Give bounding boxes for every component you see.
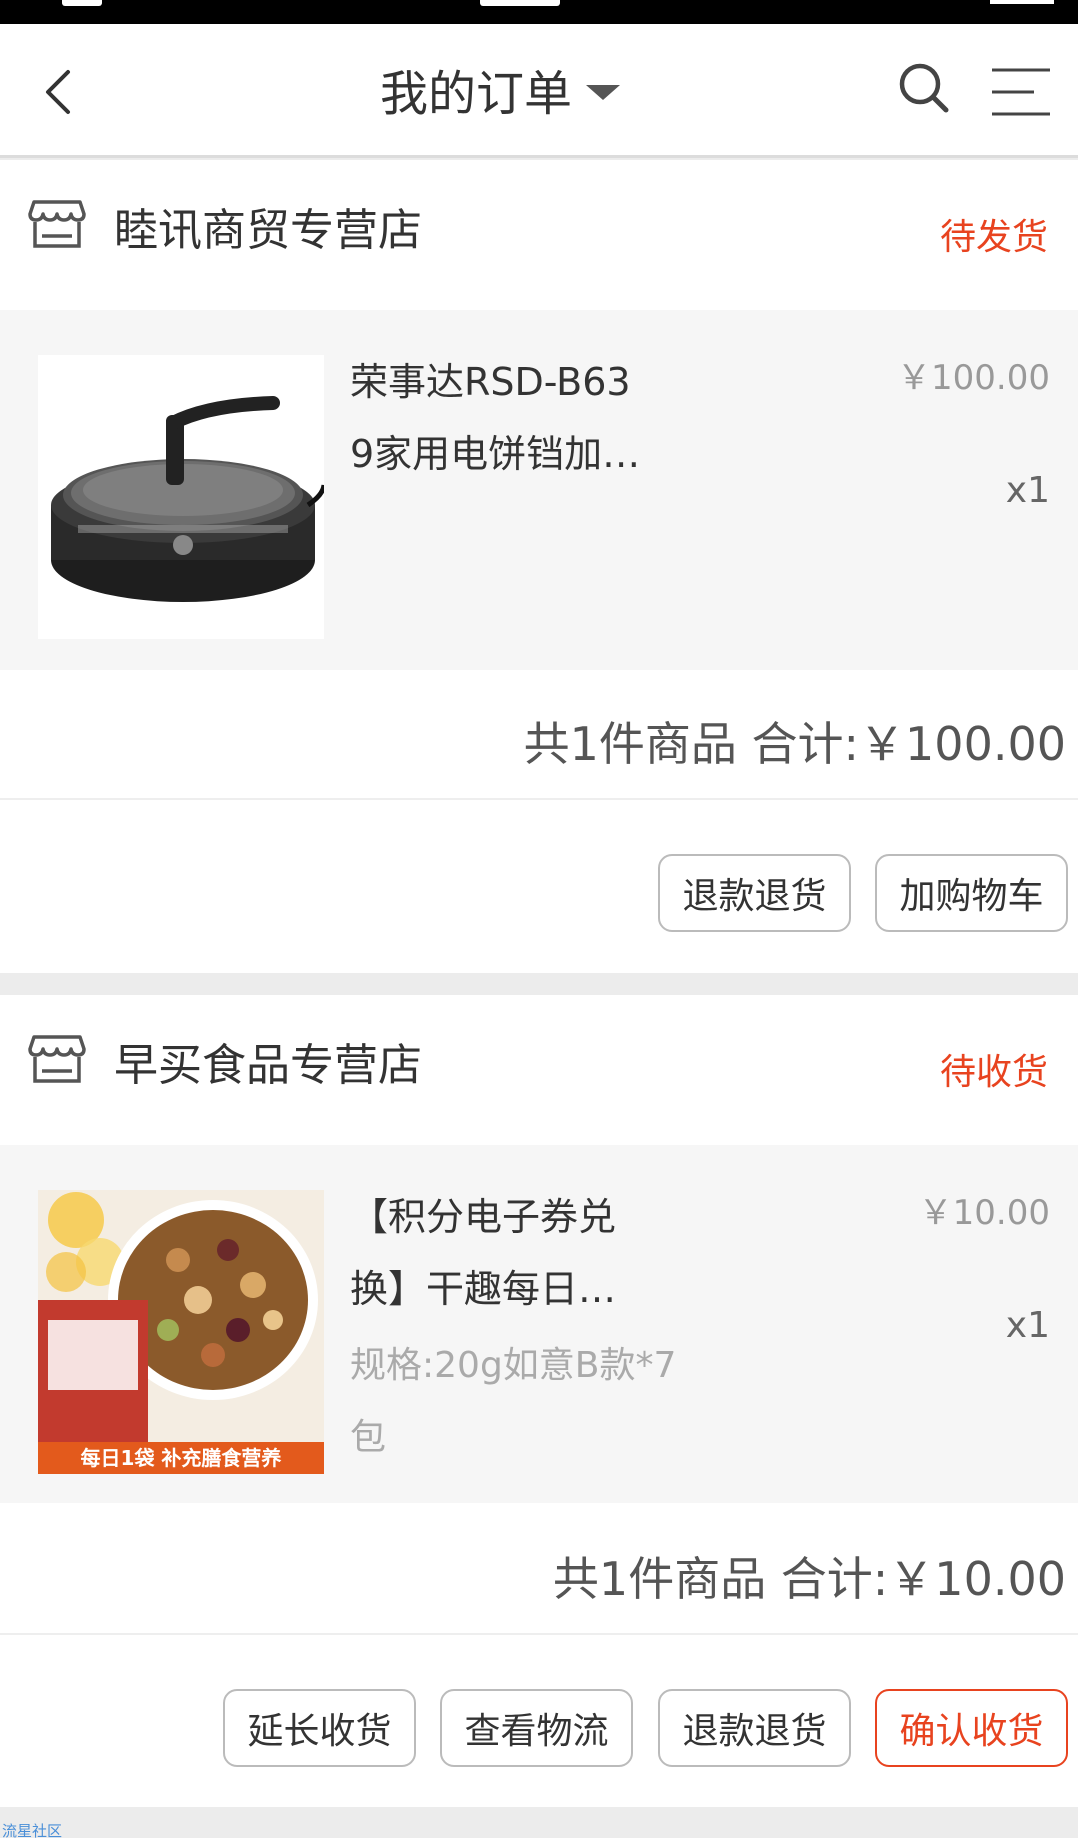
order-total: 共1件商品 合计:￥10.00 <box>552 1552 1066 1606</box>
status-bar <box>0 0 1078 24</box>
order-item[interactable]: 每日1袋 补充膳食营养 【积分电子券兑 换】干趣每日… 规格:20g如意B款*7… <box>0 1145 1078 1503</box>
product-image[interactable] <box>38 355 324 639</box>
watermark: 流星社区 <box>2 1822 63 1838</box>
product-quantity: x1 <box>1005 1305 1050 1346</box>
order-item[interactable]: 荣事达RSD-B63 9家用电饼铛加… ￥100.00 x1 <box>0 310 1078 670</box>
order-total: 共1件商品 合计:￥100.00 <box>523 717 1066 771</box>
shop-header[interactable]: 睦讯商贸专营店 待发货 <box>0 160 1078 310</box>
order-actions: 延长收货 查看物流 退款退货 确认收货 <box>0 1637 1078 1807</box>
menu-icon[interactable] <box>984 64 1054 120</box>
shop-header[interactable]: 早买食品专营店 待收货 <box>0 995 1078 1145</box>
product-quantity: x1 <box>1005 470 1050 511</box>
battery-icon <box>990 0 1054 4</box>
clock-icon <box>480 0 560 6</box>
order-status: 待发货 <box>939 217 1048 258</box>
product-title-line: 9家用电饼铛加… <box>350 432 641 476</box>
add-to-cart-button[interactable]: 加购物车 <box>875 854 1068 932</box>
product-spec-line: 规格:20g如意B款*7 <box>350 1345 677 1386</box>
product-price: ￥10.00 <box>918 1193 1050 1233</box>
order-summary: 共1件商品 合计:￥10.00 <box>0 1505 1078 1635</box>
order-card: 早买食品专营店 待收货 每日1袋 补充膳食营养 【积分电子券兑 换】干趣每日… … <box>0 995 1078 1807</box>
product-title[interactable]: 荣事达RSD-B63 9家用电饼铛加… <box>350 346 680 490</box>
product-image-banner: 每日1袋 补充膳食营养 <box>81 1446 282 1470</box>
product-price: ￥100.00 <box>897 358 1050 398</box>
dropdown-caret-icon <box>586 84 621 100</box>
store-icon <box>28 200 86 248</box>
product-spec: 规格:20g如意B款*7 包 <box>350 1330 710 1474</box>
shop-name: 早买食品专营店 <box>114 1040 422 1091</box>
griddle-image <box>38 355 324 639</box>
order-actions: 退款退货 加购物车 <box>0 802 1078 972</box>
refund-return-button[interactable]: 退款退货 <box>658 1689 851 1767</box>
refund-return-button[interactable]: 退款退货 <box>658 854 851 932</box>
nuts-image: 每日1袋 补充膳食营养 <box>38 1190 324 1474</box>
product-image[interactable]: 每日1袋 补充膳食营养 <box>38 1190 324 1474</box>
view-logistics-button[interactable]: 查看物流 <box>440 1689 633 1767</box>
confirm-receipt-button[interactable]: 确认收货 <box>875 1689 1068 1767</box>
product-title-line: 荣事达RSD-B63 <box>350 360 631 404</box>
product-title-line: 换】干趣每日… <box>350 1267 617 1311</box>
extend-receipt-button[interactable]: 延长收货 <box>223 1689 416 1767</box>
search-icon[interactable] <box>896 60 952 116</box>
order-summary: 共1件商品 合计:￥100.00 <box>0 670 1078 800</box>
order-card: 睦讯商贸专营店 待发货 荣事达RSD-B63 9家用电饼铛加… ￥100.00 … <box>0 160 1078 973</box>
shop-name: 睦讯商贸专营店 <box>114 205 422 256</box>
back-arrow-icon[interactable] <box>36 62 86 122</box>
product-spec-line: 包 <box>350 1417 387 1458</box>
page-title[interactable]: 我的订单 <box>380 54 621 124</box>
store-icon <box>28 1035 86 1083</box>
order-status: 待收货 <box>939 1052 1048 1093</box>
signal-icon <box>62 0 102 6</box>
product-title-line: 【积分电子券兑 <box>350 1195 617 1239</box>
page-title-text: 我的订单 <box>380 66 573 122</box>
nav-bar: 我的订单 <box>0 24 1078 158</box>
product-title[interactable]: 【积分电子券兑 换】干趣每日… <box>350 1181 680 1325</box>
